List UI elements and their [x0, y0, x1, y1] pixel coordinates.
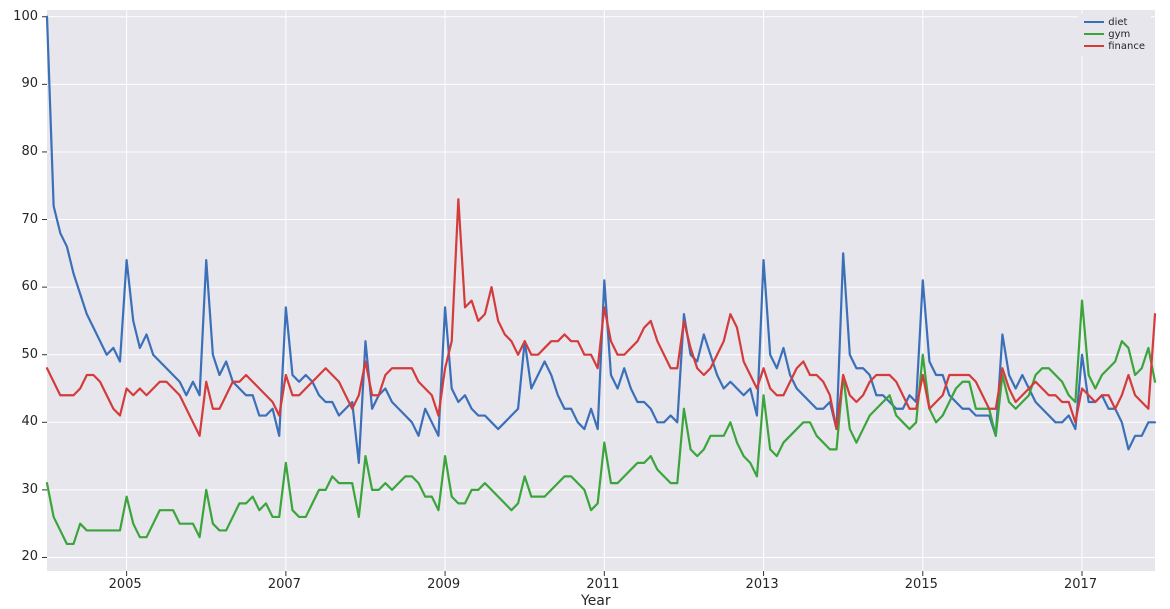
legend-item-gym: gym — [1084, 28, 1145, 40]
chart-axes: dietgymfinance — [47, 10, 1155, 571]
legend-swatch — [1084, 45, 1104, 47]
x-tick-label: 2011 — [586, 577, 619, 592]
y-tick-label: 90 — [12, 76, 38, 91]
y-tick-label: 80 — [12, 144, 38, 159]
y-tick-label: 30 — [12, 482, 38, 497]
legend-item-finance: finance — [1084, 40, 1145, 52]
legend: dietgymfinance — [1078, 14, 1151, 56]
plot-svg — [47, 10, 1155, 571]
legend-label: gym — [1108, 29, 1130, 40]
legend-label: diet — [1108, 17, 1127, 28]
legend-label: finance — [1108, 41, 1145, 52]
x-tick-label: 2007 — [268, 577, 301, 592]
y-tick-label: 20 — [12, 549, 38, 564]
x-tick-label: 2015 — [905, 577, 938, 592]
y-tick-label: 100 — [12, 9, 38, 24]
y-tick-label: 60 — [12, 279, 38, 294]
gridlines — [47, 10, 1155, 571]
y-tick-label: 40 — [12, 414, 38, 429]
legend-item-diet: diet — [1084, 16, 1145, 28]
y-tick-label: 70 — [12, 212, 38, 227]
x-tick-label: 2013 — [746, 577, 779, 592]
x-tick-label: 2005 — [109, 577, 142, 592]
x-tick-label: 2009 — [427, 577, 460, 592]
legend-swatch — [1084, 33, 1104, 35]
series-finance — [47, 199, 1155, 436]
series-diet — [47, 17, 1155, 463]
y-tick-label: 50 — [12, 347, 38, 362]
x-tick-label: 2017 — [1064, 577, 1097, 592]
legend-swatch — [1084, 21, 1104, 23]
figure: dietgymfinance Year 20304050607080901002… — [0, 0, 1170, 607]
